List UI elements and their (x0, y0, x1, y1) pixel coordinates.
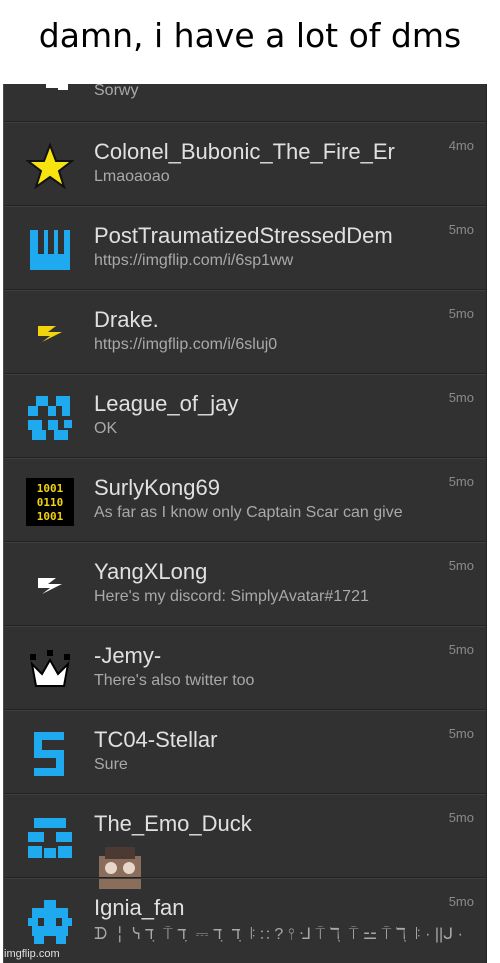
dm-row[interactable]: League_of_jay OK 5mo (4, 373, 486, 457)
dm-username: Ignia_fan (94, 895, 185, 920)
dm-row[interactable]: 1001 0110 1001 SurlyKong69 As far as I k… (4, 457, 486, 541)
dm-row[interactable]: Drake. https://imgflip.com/i/6sluj0 5mo (4, 289, 486, 373)
svg-text:0110: 0110 (37, 496, 64, 509)
dm-username: Colonel_Bubonic_The_Fire_Er (94, 139, 395, 164)
dm-preview: Sorwy (94, 84, 139, 99)
dm-preview: Here's my discord: SimplyAvatar#1721 (94, 588, 369, 605)
yellow-bolt-icon (26, 310, 74, 358)
dm-time: 5mo (448, 390, 474, 405)
dm-row[interactable]: Sorwy (4, 84, 486, 121)
svg-text:1001: 1001 (37, 482, 64, 495)
dm-row[interactable]: Ignia_fan ᗪ ╎ ᓭ ℸ ̣ ⍑ ℸ ̣ ⎓ ℸ ̣ ℸ ̣ ꖎ ∷ … (4, 877, 486, 961)
dm-preview: https://imgflip.com/i/6sluj0 (94, 336, 278, 353)
dm-time: 5mo (448, 306, 474, 321)
dm-preview: Lmaoaoao (94, 168, 170, 185)
white-bolt-icon (26, 562, 74, 610)
blue-pixel-avatar-icon (26, 394, 74, 442)
dm-preview: ᗪ ╎ ᓭ ℸ ̣ ⍑ ℸ ̣ ⎓ ℸ ̣ ℸ ̣ ꖎ ∷ ? ⫯ ᒲ ⍑ ℸ … (94, 926, 464, 943)
binary-avatar-icon: 1001 0110 1001 (26, 478, 74, 526)
svg-text:1001: 1001 (37, 510, 64, 523)
dm-row[interactable]: -Jemy- There's also twitter too 5mo (4, 625, 486, 709)
crown-icon (26, 646, 74, 694)
dm-username: League_of_jay (94, 391, 239, 416)
dm-username: TC04-Stellar (94, 727, 218, 752)
dm-username: YangXLong (94, 559, 208, 584)
watermark: imgflip.com (4, 948, 60, 960)
dm-preview: As far as I know only Captain Scar can g… (94, 504, 403, 521)
dm-row[interactable]: The_Emo_Duck 5mo (4, 793, 486, 889)
dm-time: 5mo (448, 222, 474, 237)
dm-time: 5mo (448, 642, 474, 657)
dm-username: Drake. (94, 307, 159, 332)
dm-preview: There's also twitter too (94, 672, 255, 689)
meme-caption: damn, i have a lot of dms (0, 0, 500, 84)
dm-row[interactable]: YangXLong Here's my discord: SimplyAvata… (4, 541, 486, 625)
sticker-emoji-icon (96, 844, 141, 889)
dm-row[interactable]: PostTraumatizedStressedDem https://imgfl… (4, 205, 486, 289)
blue-pixel-face-icon (26, 814, 74, 862)
dm-time: 5mo (448, 558, 474, 573)
star-icon (26, 142, 74, 190)
blue-block-avatar-icon (26, 226, 74, 274)
dm-username: The_Emo_Duck (94, 811, 252, 836)
dm-time: 5mo (448, 894, 474, 909)
dm-time: 5mo (448, 474, 474, 489)
dm-time: 5mo (448, 726, 474, 741)
dm-time: 4mo (448, 138, 474, 153)
dm-username: SurlyKong69 (94, 475, 220, 500)
partial-avatar-icon (38, 84, 86, 108)
dm-preview: OK (94, 420, 118, 437)
dm-row[interactable]: TC04-Stellar Sure 5mo (4, 709, 486, 793)
blue-pixel-bug-icon (26, 898, 74, 946)
dm-row[interactable]: Colonel_Bubonic_The_Fire_Er Lmaoaoao 4mo (4, 121, 486, 205)
dm-time: 5mo (448, 810, 474, 825)
dm-preview: https://imgflip.com/i/6sp1ww (94, 252, 294, 269)
dm-preview: Sure (94, 756, 128, 773)
dm-list[interactable]: Sorwy Colonel_Bubonic_The_Fire_Er Lmaoao… (3, 84, 487, 963)
blue-s-avatar-icon (26, 730, 74, 778)
dm-username: PostTraumatizedStressedDem (94, 223, 393, 248)
dm-username: -Jemy- (94, 643, 162, 668)
